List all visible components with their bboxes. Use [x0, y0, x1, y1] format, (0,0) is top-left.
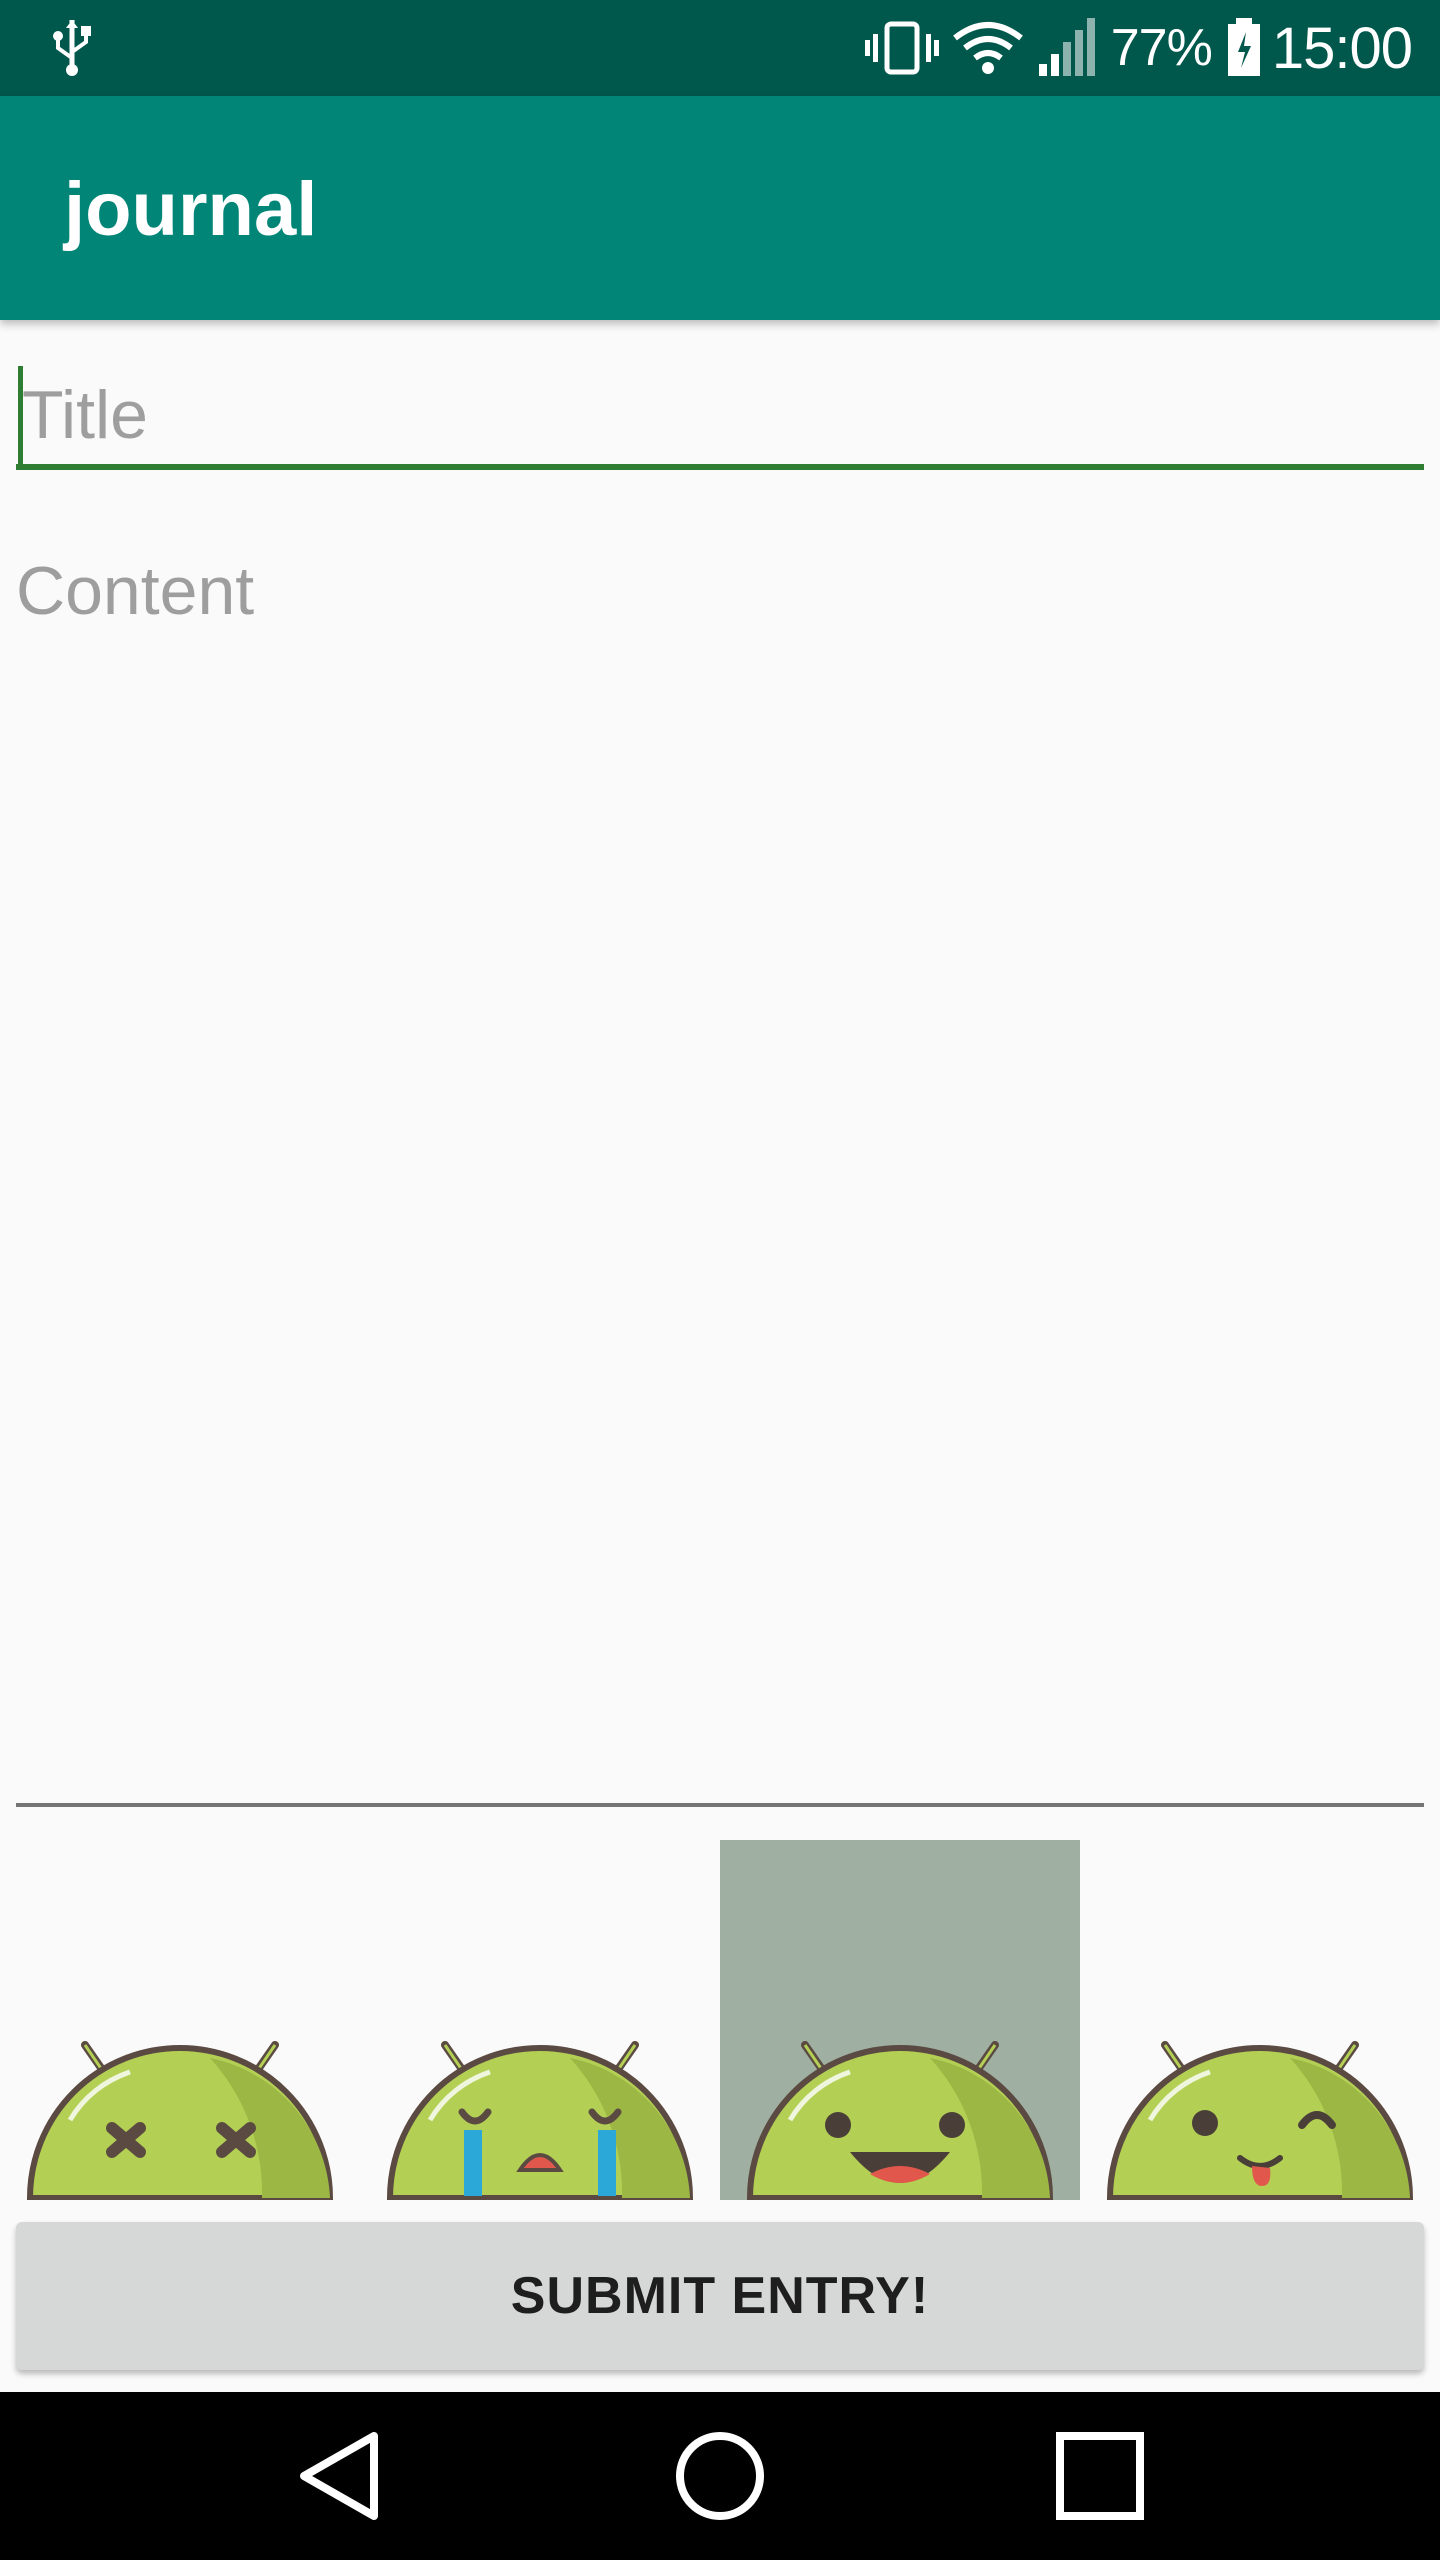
battery-charging-icon — [1227, 18, 1260, 76]
mood-wink-button[interactable] — [1080, 1840, 1440, 2200]
submit-entry-button[interactable]: SUBMIT ENTRY! — [16, 2222, 1424, 2370]
vibrate-icon — [864, 21, 939, 75]
navigation-bar — [0, 2392, 1440, 2560]
recents-icon[interactable] — [1050, 2426, 1150, 2526]
clock: 15:00 — [1271, 15, 1413, 81]
mood-dead-button[interactable] — [0, 1840, 360, 2200]
title-input[interactable] — [16, 350, 1424, 468]
mood-selector — [0, 1840, 1440, 2200]
title-field[interactable] — [16, 350, 1424, 474]
android-wink-icon — [1106, 2041, 1414, 2200]
content-field[interactable] — [16, 540, 1424, 1810]
back-icon[interactable] — [290, 2426, 390, 2526]
app-bar: journal — [0, 96, 1440, 320]
status-bar: 77% 15:00 — [0, 0, 1440, 96]
mood-happy-button[interactable] — [720, 1840, 1080, 2200]
title-underline — [16, 464, 1424, 470]
mood-crying-button[interactable] — [360, 1840, 720, 2200]
android-dead-icon — [26, 2041, 334, 2200]
content-input[interactable] — [16, 540, 1424, 1800]
signal-icon — [1038, 18, 1095, 76]
android-crying-icon — [386, 2041, 694, 2200]
battery-percent: 77% — [1110, 19, 1213, 77]
page-title: journal — [64, 167, 318, 252]
usb-icon — [53, 20, 91, 76]
home-icon[interactable] — [670, 2426, 770, 2526]
content-underline — [16, 1803, 1424, 1807]
text-cursor — [18, 366, 23, 464]
wifi-icon — [952, 22, 1023, 74]
android-happy-icon — [746, 2041, 1054, 2200]
